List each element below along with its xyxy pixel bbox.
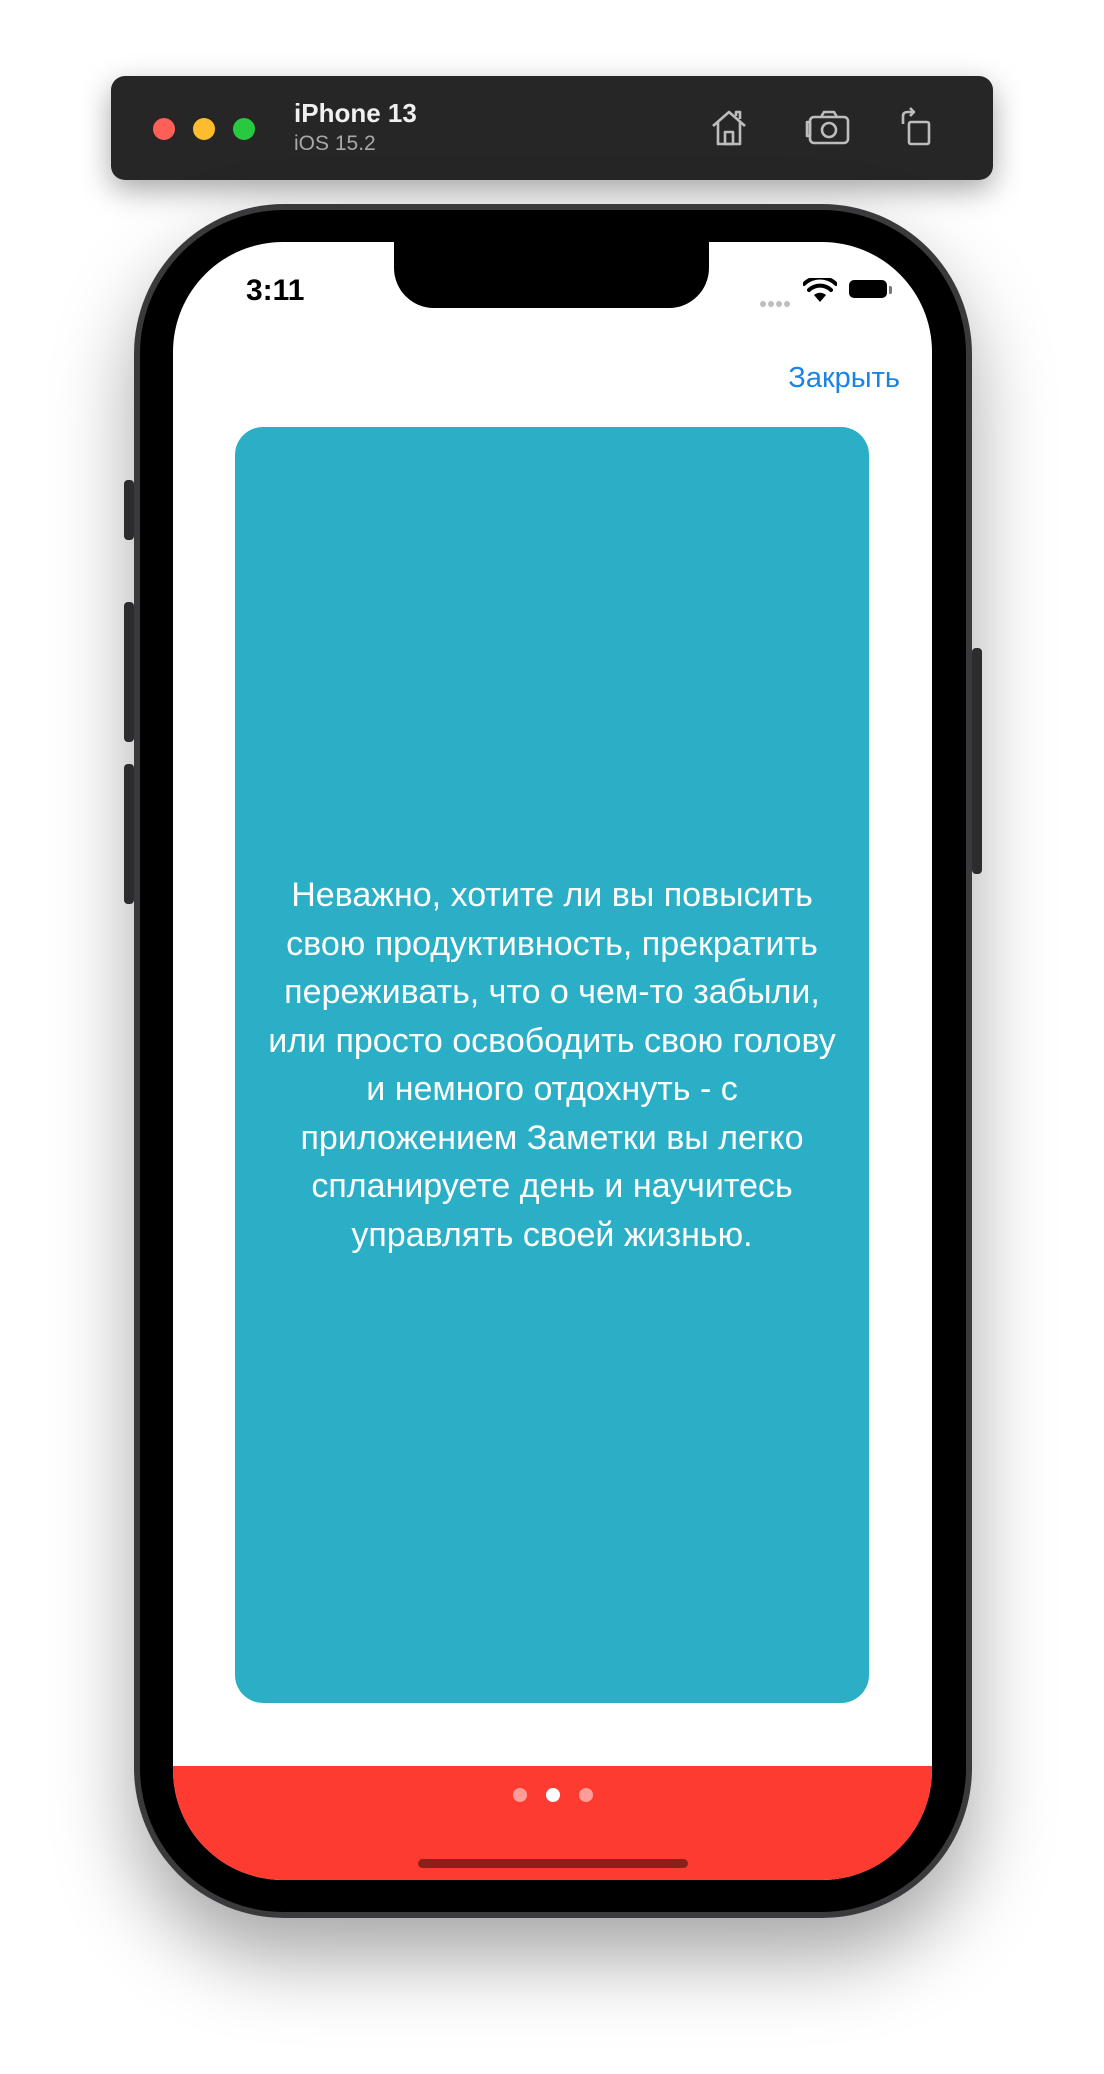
- simulator-window: iPhone 13 iOS 15.2 3:11 Закрыть Неважно,…: [0, 0, 1104, 2074]
- wifi-icon: [802, 275, 838, 304]
- mute-switch: [124, 480, 134, 540]
- os-version: iOS 15.2: [294, 132, 376, 155]
- screenshot-icon[interactable]: [805, 104, 853, 152]
- status-time: 3:11: [246, 274, 305, 307]
- onboarding-card: Неважно, хотите ли вы повысить свою прод…: [235, 427, 869, 1703]
- power-button: [972, 648, 982, 874]
- phone-screen: 3:11 Закрыть Неважно, хотите ли вы повыс…: [173, 242, 932, 1880]
- page-dot-3[interactable]: [578, 1788, 593, 1802]
- volume-up-button: [124, 602, 134, 742]
- minimize-window-button[interactable]: [193, 118, 215, 140]
- rotate-icon[interactable]: [893, 104, 941, 152]
- page-dot-1[interactable]: [512, 1788, 527, 1802]
- home-icon[interactable]: [705, 104, 753, 152]
- notch: [394, 242, 709, 308]
- simulator-toolbar: iPhone 13 iOS 15.2: [111, 76, 993, 180]
- onboarding-text: Неважно, хотите ли вы повысить свою прод…: [268, 876, 836, 1254]
- page-indicator[interactable]: [173, 1788, 932, 1802]
- zoom-window-button[interactable]: [233, 118, 255, 140]
- close-button[interactable]: Закрыть: [788, 362, 900, 395]
- battery-tip: [889, 286, 892, 294]
- volume-down-button: [124, 764, 134, 904]
- page-dot-2[interactable]: [545, 1788, 560, 1802]
- battery-icon: [849, 280, 887, 298]
- cellular-signal-icon: [760, 294, 792, 312]
- device-name: iPhone 13: [294, 98, 417, 128]
- close-window-button[interactable]: [153, 118, 175, 140]
- home-indicator[interactable]: [418, 1859, 688, 1868]
